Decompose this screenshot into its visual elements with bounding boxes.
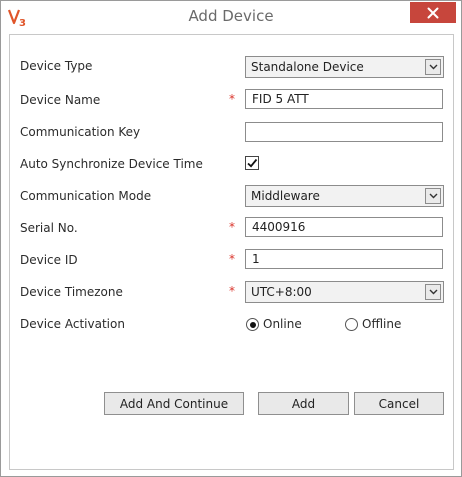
chevron-down-icon[interactable] (425, 284, 441, 300)
device-id-label: Device ID (20, 253, 78, 267)
communication-mode-select[interactable]: Middleware (245, 185, 444, 207)
close-button[interactable] (410, 2, 456, 23)
title-bar[interactable]: 3 Add Device (1, 1, 461, 33)
device-type-select[interactable]: Standalone Device (245, 56, 444, 78)
device-timezone-select[interactable]: UTC+8:00 (245, 281, 444, 303)
device-name-input[interactable]: FID 5 ATT (245, 89, 443, 109)
device-type-value: Standalone Device (251, 60, 364, 74)
device-activation-label: Device Activation (20, 317, 125, 331)
device-timezone-label: Device Timezone (20, 285, 123, 299)
add-button[interactable]: Add (258, 392, 349, 415)
device-type-label: Device Type (20, 59, 93, 73)
communication-key-input[interactable] (245, 122, 443, 142)
auto-sync-checkbox[interactable] (245, 156, 259, 170)
checkmark-icon (247, 158, 258, 168)
offline-radio-label[interactable]: Offline (362, 317, 401, 331)
online-radio[interactable] (246, 318, 259, 331)
communication-mode-label: Communication Mode (20, 189, 152, 203)
communication-key-label: Communication Key (20, 125, 141, 139)
serial-no-required-marker: * (229, 220, 235, 234)
device-name-label: Device Name (20, 93, 101, 107)
device-timezone-required-marker: * (229, 284, 235, 298)
add-device-dialog: 3 Add Device Device Type Standalone Devi… (0, 0, 462, 477)
serial-no-input[interactable]: 4400916 (245, 217, 443, 237)
chevron-down-icon[interactable] (425, 188, 441, 204)
dialog-title: Add Device (188, 7, 274, 25)
device-timezone-value: UTC+8:00 (251, 285, 312, 299)
offline-radio[interactable] (345, 318, 358, 331)
device-name-required-marker: * (229, 92, 235, 106)
communication-mode-value: Middleware (251, 189, 320, 203)
online-radio-label[interactable]: Online (263, 317, 302, 331)
auto-sync-label: Auto Synchronize Device Time (20, 157, 203, 171)
device-id-required-marker: * (229, 252, 235, 266)
device-id-input[interactable]: 1 (245, 249, 443, 269)
cancel-button[interactable]: Cancel (354, 392, 444, 415)
serial-no-label: Serial No. (20, 221, 78, 235)
close-icon (427, 7, 439, 18)
chevron-down-icon[interactable] (425, 59, 441, 75)
add-and-continue-button[interactable]: Add And Continue (104, 392, 244, 415)
radio-selected-dot (249, 321, 256, 328)
